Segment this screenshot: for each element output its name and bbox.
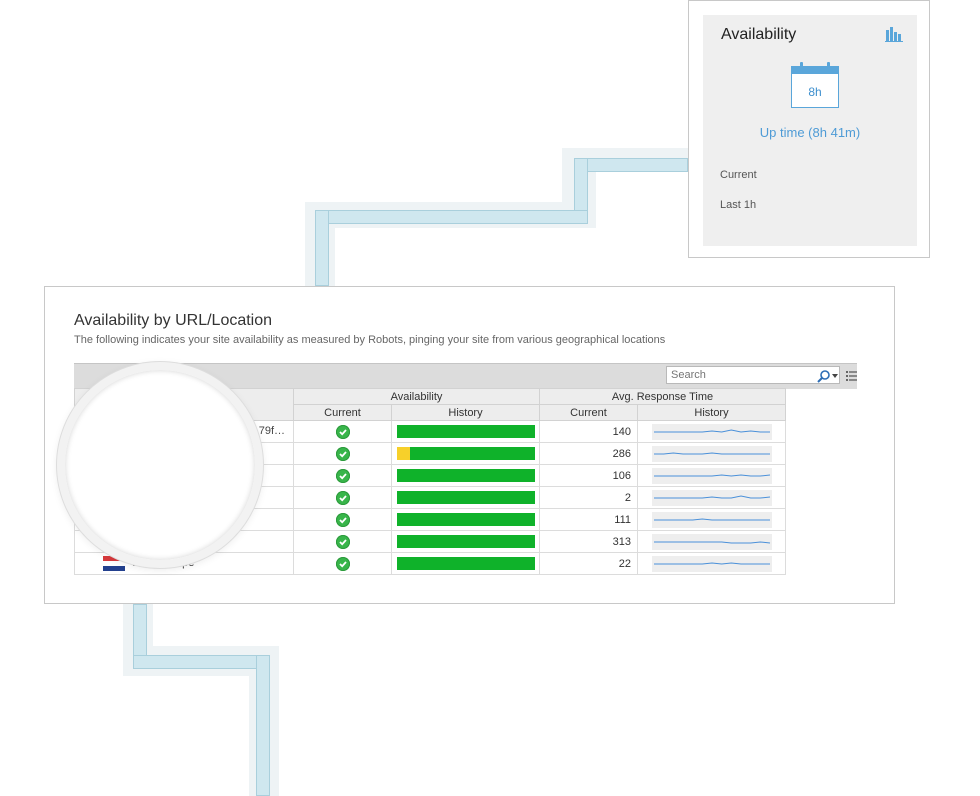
magnifier-lens bbox=[57, 362, 263, 568]
availability-current-cell bbox=[293, 486, 392, 509]
check-icon bbox=[335, 534, 350, 549]
availability-history-cell bbox=[391, 442, 540, 465]
metric-current: Current bbox=[720, 169, 757, 181]
column-header-availability-history[interactable]: History bbox=[391, 404, 540, 421]
response-history-cell bbox=[637, 464, 786, 487]
availability-current-cell bbox=[293, 552, 392, 575]
response-history-cell bbox=[637, 552, 786, 575]
availability-history-cell bbox=[391, 464, 540, 487]
response-time-value: 286 bbox=[539, 442, 638, 465]
degraded-segment bbox=[396, 447, 411, 460]
availability-history-cell bbox=[391, 530, 540, 553]
availability-history-bar bbox=[396, 469, 535, 482]
check-icon bbox=[335, 446, 350, 461]
column-header-availability-current[interactable]: Current bbox=[293, 404, 392, 421]
search-icon[interactable] bbox=[815, 369, 839, 383]
response-history-cell bbox=[637, 508, 786, 531]
availability-current-cell bbox=[293, 442, 392, 465]
panel-title: Availability by URL/Location bbox=[74, 312, 273, 329]
availability-widget-body: Availability 8h Up time (8h 41m) Current… bbox=[703, 15, 917, 246]
check-icon bbox=[335, 490, 350, 505]
response-sparkline bbox=[651, 511, 772, 528]
check-icon bbox=[335, 424, 350, 439]
response-time-value: 2 bbox=[539, 486, 638, 509]
response-sparkline bbox=[651, 445, 772, 462]
response-sparkline bbox=[651, 423, 772, 440]
response-history-cell bbox=[637, 442, 786, 465]
availability-widget: Availability 8h Up time (8h 41m) Current… bbox=[688, 0, 930, 258]
column-header-response-current[interactable]: Current bbox=[539, 404, 638, 421]
check-icon bbox=[335, 468, 350, 483]
response-history-cell bbox=[637, 420, 786, 443]
response-time-value: 111 bbox=[539, 508, 638, 531]
search-input[interactable] bbox=[666, 366, 840, 384]
group-header-availability: Availability bbox=[293, 388, 540, 405]
availability-history-cell bbox=[391, 420, 540, 443]
response-time-value: 22 bbox=[539, 552, 638, 575]
uptime-label[interactable]: Up time (8h 41m) bbox=[703, 125, 917, 140]
panel-subtitle: The following indicates your site availa… bbox=[74, 334, 666, 346]
availability-history-bar bbox=[396, 447, 535, 460]
column-chooser-icon[interactable] bbox=[846, 370, 857, 382]
response-history-cell bbox=[637, 530, 786, 553]
calendar-icon: 8h bbox=[791, 62, 839, 108]
check-icon bbox=[335, 512, 350, 527]
response-time-value: 140 bbox=[539, 420, 638, 443]
bar-chart-icon[interactable] bbox=[885, 26, 903, 42]
availability-current-cell bbox=[293, 464, 392, 487]
availability-history-bar bbox=[396, 513, 535, 526]
response-history-cell bbox=[637, 486, 786, 509]
response-time-value: 106 bbox=[539, 464, 638, 487]
response-sparkline bbox=[651, 533, 772, 550]
availability-history-cell bbox=[391, 552, 540, 575]
availability-history-cell bbox=[391, 508, 540, 531]
availability-history-cell bbox=[391, 486, 540, 509]
column-header-response-history[interactable]: History bbox=[637, 404, 786, 421]
response-sparkline bbox=[651, 555, 772, 572]
widget-title: Availability bbox=[721, 26, 797, 43]
availability-history-bar bbox=[396, 425, 535, 438]
response-sparkline bbox=[651, 467, 772, 484]
availability-history-bar bbox=[396, 535, 535, 548]
availability-history-bar bbox=[396, 491, 535, 504]
calendar-value: 8h bbox=[808, 85, 822, 99]
metric-last-1h: Last 1h bbox=[720, 199, 757, 211]
response-sparkline bbox=[651, 489, 772, 506]
response-time-value: 313 bbox=[539, 530, 638, 553]
group-header-response-time: Avg. Response Time bbox=[539, 388, 786, 405]
availability-history-bar bbox=[396, 557, 535, 570]
check-icon bbox=[335, 556, 350, 571]
availability-current-cell bbox=[293, 530, 392, 553]
availability-current-cell bbox=[293, 420, 392, 443]
availability-current-cell bbox=[293, 508, 392, 531]
location-label: 79f… bbox=[258, 425, 285, 437]
